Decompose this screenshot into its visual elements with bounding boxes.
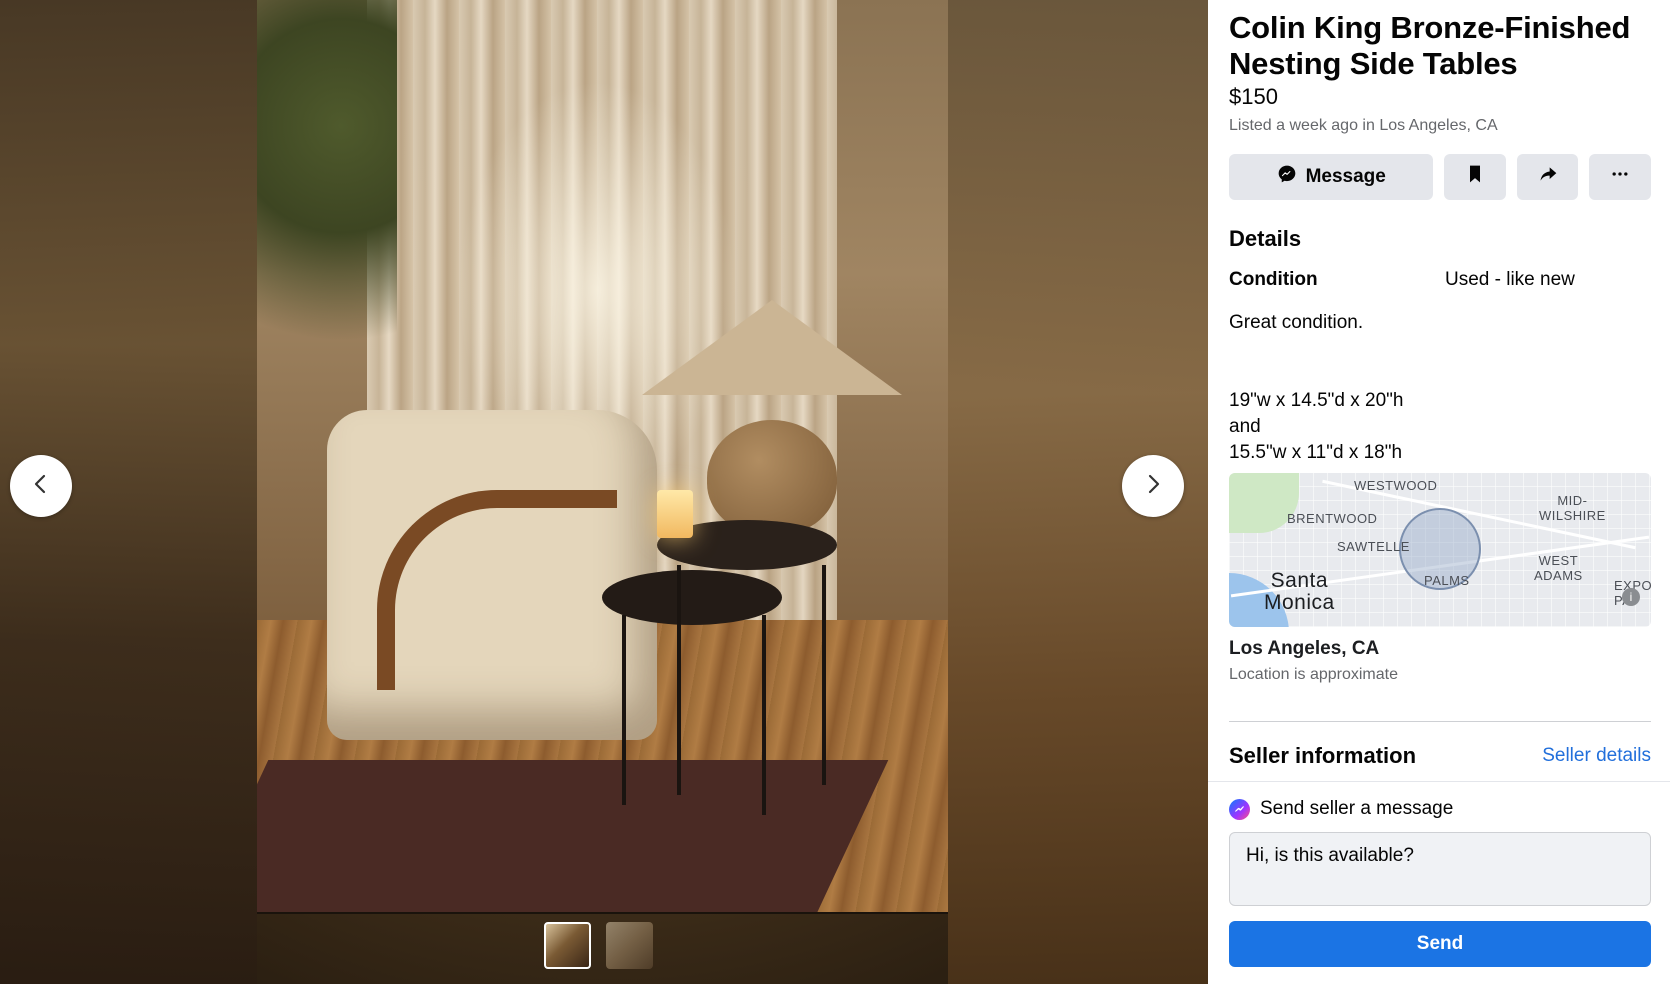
map-label-mid-wilshire: MID- WILSHIRE (1539, 493, 1606, 523)
seller-information-header: Seller information Seller details (1229, 743, 1651, 769)
location-city: Los Angeles, CA (1229, 638, 1380, 659)
condition-value: Used - like new (1445, 269, 1575, 290)
messenger-icon (1229, 798, 1250, 820)
photo-table-leg (762, 615, 766, 815)
map-label-palms: PALMS (1424, 573, 1470, 588)
map-label-brentwood: BRENTWOOD (1287, 511, 1378, 526)
photo-side-table-small (602, 570, 782, 625)
photo-rug (257, 760, 889, 912)
next-photo-button[interactable] (1122, 455, 1184, 517)
share-button[interactable] (1516, 154, 1579, 200)
thumbnail-2[interactable] (606, 922, 653, 969)
more-icon (1610, 164, 1630, 190)
condition-row: Condition Used - like new (1229, 269, 1651, 291)
media-viewer (0, 0, 1208, 984)
location-note: Location is approximate (1229, 666, 1398, 683)
photo-plant (257, 0, 397, 420)
condition-label: Condition (1229, 269, 1318, 290)
thumbnail-1[interactable] (544, 922, 591, 969)
listing-photo (257, 0, 948, 914)
location-map[interactable]: WESTWOOD MID- WILSHIRE BRENTWOOD SAWTELL… (1229, 473, 1651, 627)
seller-information-heading: Seller information (1229, 743, 1417, 768)
map-label-westwood: WESTWOOD (1354, 478, 1438, 493)
photo-lamp-base (707, 420, 837, 535)
message-input[interactable]: Hi, is this available? (1229, 832, 1651, 906)
save-button[interactable] (1444, 154, 1506, 200)
map-label-west-adams: WEST ADAMS (1534, 553, 1583, 583)
bookmark-icon (1465, 164, 1485, 190)
seller-details-link[interactable]: Seller details (1542, 745, 1651, 767)
message-button-label: Message (1305, 166, 1386, 187)
message-button[interactable]: Message (1229, 154, 1434, 200)
previous-photo-button[interactable] (10, 455, 72, 517)
photo-table-leg (822, 565, 826, 785)
details-heading: Details (1229, 226, 1302, 251)
photo-candle (657, 490, 693, 538)
listing-title: Colin King Bronze-Finished Nesting Side … (1229, 10, 1631, 81)
contact-divider (1208, 781, 1670, 782)
listing-price: $150 (1229, 84, 1278, 109)
photo-lamp-shade (642, 300, 902, 395)
send-message-row: Send seller a message (1229, 798, 1651, 820)
chevron-right-icon (1141, 472, 1165, 501)
action-bar: Message (1229, 154, 1652, 200)
section-divider (1229, 721, 1651, 722)
photo-thumbnails (544, 922, 653, 969)
more-options-button[interactable] (1589, 154, 1652, 200)
photo-table-leg (677, 565, 681, 795)
map-label-sawtelle: SAWTELLE (1337, 539, 1410, 554)
map-info-icon[interactable]: i (1622, 588, 1640, 606)
share-icon (1538, 164, 1558, 190)
send-button[interactable]: Send (1229, 921, 1651, 967)
listing-posted-info: Listed a week ago in Los Angeles, CA (1229, 117, 1498, 134)
chevron-left-icon (29, 472, 53, 501)
send-message-prompt: Send seller a message (1260, 798, 1454, 819)
messenger-icon (1277, 164, 1297, 190)
photo-table-leg (622, 615, 626, 805)
listing-details-panel: Colin King Bronze-Finished Nesting Side … (1208, 0, 1670, 984)
map-label-santa-monica: Santa Monica (1264, 569, 1335, 614)
listing-description: Great condition. 19"w x 14.5"d x 20"h an… (1229, 312, 1404, 463)
